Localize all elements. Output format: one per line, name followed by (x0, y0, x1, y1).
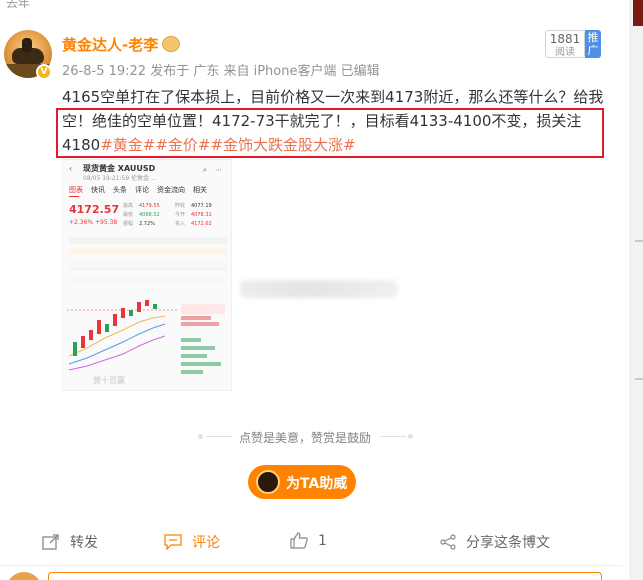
comment-label: 评论 (192, 535, 220, 551)
username[interactable]: 黄金达人-老李 (62, 34, 158, 55)
scrollbar-thumb[interactable] (633, 0, 643, 26)
stat-label: 今开 (175, 212, 186, 218)
divider (635, 240, 643, 242)
divider (635, 378, 643, 380)
thumb-title: 现货黄金 XAUUSD (83, 164, 156, 173)
post-meta: 26-8-5 19:22 发布于 广东 来自 iPhone客户端 已编辑 (62, 64, 380, 79)
tip-avatar-icon (256, 470, 280, 494)
more-icon: ⋯ (215, 166, 222, 174)
avatar[interactable] (6, 572, 42, 580)
encourage-text: 点赞是美意，赞赏是鼓励 (238, 431, 371, 445)
blurred-image-strip (240, 280, 398, 298)
thumb-change: +2.36% +95.38 (69, 219, 118, 226)
like-count: 1 (318, 532, 327, 549)
share-label: 分享这条博文 (466, 535, 550, 551)
scrollbar[interactable] (629, 0, 643, 580)
stat-value: 4179.55 (139, 203, 160, 209)
thumb-subtitle: 08/05 19:21:59 伦敦金 ... (83, 175, 157, 182)
thumb-tabs: 图表 快讯 头条 评论 资金流向 相关 (69, 186, 229, 196)
share-button[interactable]: 分享这条博文 (440, 532, 550, 552)
thumb-info-row (69, 248, 227, 254)
tab-headline: 头条 (113, 186, 127, 194)
share-icon (440, 534, 456, 550)
stat-label: 振幅 (123, 221, 134, 227)
promote-button[interactable]: 推广 (585, 30, 601, 58)
repost-label: 转发 (70, 535, 98, 551)
repost-icon (42, 534, 59, 550)
thumb-info-row (69, 238, 227, 244)
tip-button-label: 为TA助威 (286, 476, 348, 492)
like-button[interactable]: 1 (290, 532, 327, 549)
comment-input[interactable] (48, 572, 602, 580)
repost-button[interactable]: 转发 (42, 532, 98, 552)
avatar-rider (22, 38, 32, 52)
thumb-stats: 最高 4179.55 昨收 4077.19 最低 4068.52 今开 4078… (123, 202, 231, 232)
stat-label: 最高 (123, 203, 134, 209)
comment-button[interactable]: 评论 (164, 532, 220, 552)
thumb-price: 4172.57 (69, 203, 120, 216)
thumb-indicator-bar (69, 278, 227, 284)
tab-chart: 图表 (69, 186, 83, 194)
stat-label: 最低 (123, 212, 134, 218)
tab-news: 快讯 (91, 186, 105, 194)
search-icon: ⌕ (203, 166, 207, 174)
stat-value: 4068.52 (139, 212, 160, 218)
stat-value: 4077.19 (191, 203, 212, 209)
verified-badge-icon: V (36, 64, 52, 80)
thumb-watermark: 黄十百赢 (93, 376, 125, 385)
candlestick-chart (67, 300, 225, 374)
stat-value: 4078.31 (191, 212, 212, 218)
like-icon (290, 532, 308, 549)
stat-value: 2.72% (139, 221, 155, 227)
fan-medal-icon[interactable] (162, 36, 180, 52)
back-icon: ‹ (69, 164, 73, 173)
stat-label: 昨收 (175, 203, 186, 209)
tab-related: 相关 (193, 186, 207, 194)
read-count-box[interactable]: 1881 阅读 (545, 30, 585, 58)
comment-icon (164, 534, 182, 550)
read-count: 1881 (549, 32, 581, 46)
tab-underline (69, 196, 79, 197)
post-image-thumbnail[interactable]: ‹ 现货黄金 XAUUSD 08/05 19:21:59 伦敦金 ... ⌕ ⋯… (62, 159, 232, 391)
tab-fund: 资金流向 (157, 186, 185, 194)
top-fragment: 去年 (6, 0, 31, 10)
stat-label: 买入 (175, 221, 186, 227)
thumb-chart: 黄十百赢 (67, 290, 227, 388)
read-count-label: 阅读 (555, 47, 575, 58)
tip-button[interactable]: 为TA助威 (248, 465, 356, 499)
divider (0, 565, 622, 566)
stat-value: 4172.62 (191, 221, 212, 227)
thumb-period-bar (69, 262, 227, 270)
tab-review: 评论 (135, 186, 149, 194)
highlight-annotation-box (56, 108, 604, 158)
